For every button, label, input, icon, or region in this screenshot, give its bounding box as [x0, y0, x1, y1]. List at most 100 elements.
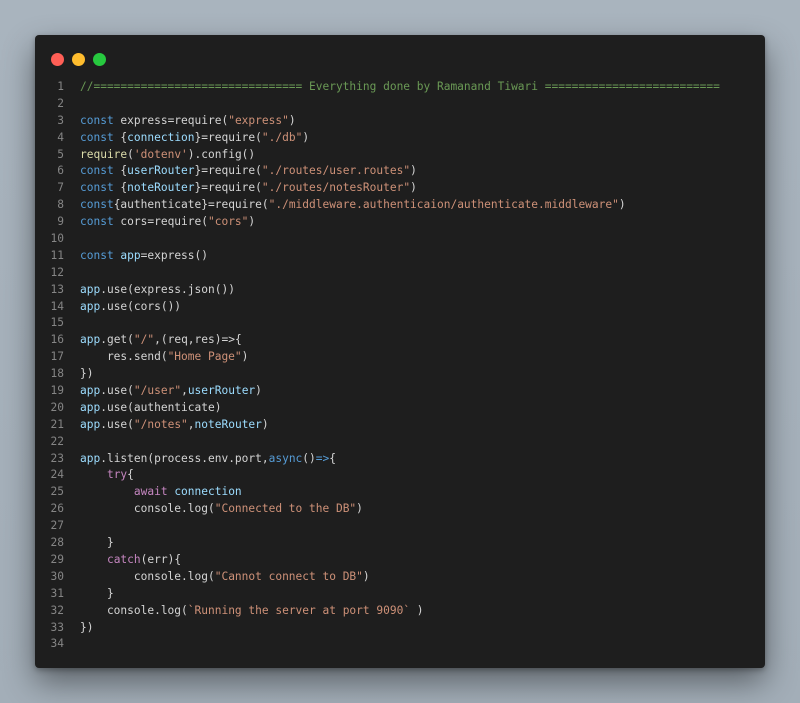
code-text: const app=express(): [80, 248, 208, 265]
code-text: app.use("/user",userRouter): [80, 383, 262, 400]
code-line: 29 catch(err){: [35, 552, 765, 569]
code-line: 16 app.get("/",(req,res)=>{: [35, 332, 765, 349]
code-token: {: [127, 468, 134, 482]
code-text: app.use("/notes",noteRouter): [80, 417, 269, 434]
code-token: userRouter: [127, 164, 195, 178]
code-token: `Running the server at port 9090`: [187, 603, 411, 617]
line-number: 28: [50, 536, 64, 550]
code-line: 4 const {connection}=require("./db"): [35, 130, 765, 147]
code-token: res.send(: [80, 350, 168, 364]
code-text: app.use(express.json()): [80, 282, 235, 299]
code-token: ): [410, 181, 417, 195]
code-line: 33}): [35, 620, 765, 637]
code-line: 3 const express=require("express"): [35, 113, 765, 130]
code-token: "Connected to the DB": [214, 502, 357, 516]
code-line: 1 //=============================== Every…: [35, 79, 765, 96]
code-token: console.log(: [80, 502, 215, 516]
code-line: 8 const{authenticate}=require("./middlewa…: [35, 197, 765, 214]
minimize-dot-icon[interactable]: [72, 53, 85, 66]
code-text: console.log("Connected to the DB"): [80, 501, 363, 518]
code-token: cors=require(: [120, 215, 208, 229]
line-number: 2: [57, 96, 64, 110]
code-text: const {noteRouter}=require("./routes/not…: [80, 180, 417, 197]
line-number: 10: [50, 232, 64, 246]
code-token: const: [80, 130, 121, 144]
code-token: .get(: [100, 333, 134, 347]
code-token: "/user": [133, 384, 182, 398]
line-number: 11: [50, 248, 64, 262]
code-token: }=require(: [194, 181, 262, 195]
code-token: console.log(: [80, 569, 215, 583]
code-token: const: [80, 113, 121, 127]
close-dot-icon[interactable]: [51, 53, 64, 66]
code-token: ): [618, 198, 626, 212]
code-line: 34: [35, 636, 765, 653]
code-token: "./routes/notesRouter": [261, 181, 411, 195]
code-token: app: [80, 417, 101, 431]
code-text: app.listen(process.env.port,async()=>{: [80, 451, 336, 468]
code-token: const: [80, 164, 121, 178]
code-token: (): [302, 451, 316, 465]
code-token: ): [255, 384, 262, 398]
code-token: ,: [187, 417, 195, 431]
line-number: 13: [50, 282, 64, 296]
code-token: ): [410, 164, 417, 178]
code-token: app: [120, 248, 141, 262]
code-text: }): [80, 620, 93, 637]
code-token: async: [268, 451, 303, 465]
code-line: 21 app.use("/notes",noteRouter): [35, 417, 765, 434]
line-number: 27: [50, 519, 64, 533]
code-token: app: [80, 333, 101, 347]
code-text: //=============================== Everyt…: [80, 79, 720, 96]
code-token: "/": [133, 333, 155, 347]
line-number: 25: [50, 485, 64, 499]
line-number: 26: [50, 502, 64, 516]
code-line: 32 console.log(`Running the server at po…: [35, 603, 765, 620]
code-line: 19 app.use("/user",userRouter): [35, 383, 765, 400]
code-token: ): [288, 113, 296, 127]
line-number: 20: [50, 400, 64, 414]
code-text: const cors=require("cors"): [80, 214, 255, 231]
line-number: 34: [50, 637, 64, 651]
code-token: .listen(process.env.port,: [100, 451, 269, 465]
maximize-dot-icon[interactable]: [93, 53, 106, 66]
code-token: "Home Page": [167, 350, 242, 364]
code-text: }: [80, 586, 114, 603]
code-token: const: [80, 215, 121, 229]
code-line: 2: [35, 96, 765, 113]
line-number: 29: [50, 552, 64, 566]
code-token: noteRouter: [127, 181, 195, 195]
code-line: 6 const {userRouter}=require("./routes/us…: [35, 163, 765, 180]
code-token: .use(authenticate): [100, 400, 222, 414]
code-text: const{authenticate}=require("./middlewar…: [80, 197, 626, 214]
code-line: 17 res.send("Home Page"): [35, 349, 765, 366]
code-token: require: [80, 147, 128, 161]
code-token: const: [80, 198, 114, 212]
code-token: express=require(: [120, 113, 229, 127]
code-token: app: [80, 299, 101, 313]
code-text: console.log(`Running the server at port …: [80, 603, 424, 620]
code-line: 18}): [35, 366, 765, 383]
code-token: (err){: [140, 552, 182, 566]
line-number: 5: [57, 147, 64, 161]
code-line: 12: [35, 265, 765, 282]
code-token: ,(req,res)=>{: [154, 333, 242, 347]
line-number: 4: [57, 130, 64, 144]
code-token: connection: [127, 130, 195, 144]
line-number: 19: [50, 384, 64, 398]
code-line: 9 const cors=require("cors"): [35, 214, 765, 231]
line-number: 6: [57, 164, 64, 178]
window-titlebar: [35, 35, 765, 85]
code-line: 13 app.use(express.json()): [35, 282, 765, 299]
code-token: 'dotenv': [133, 147, 188, 161]
code-token: console.log(: [80, 603, 188, 617]
code-line: 20 app.use(authenticate): [35, 400, 765, 417]
code-token: {authenticate}=require(: [113, 198, 269, 212]
code-text: require('dotenv').config(): [80, 147, 255, 164]
code-token: .use(: [100, 384, 134, 398]
line-number: 14: [50, 299, 64, 313]
line-number: 16: [50, 333, 64, 347]
code-token: "/notes": [133, 417, 188, 431]
